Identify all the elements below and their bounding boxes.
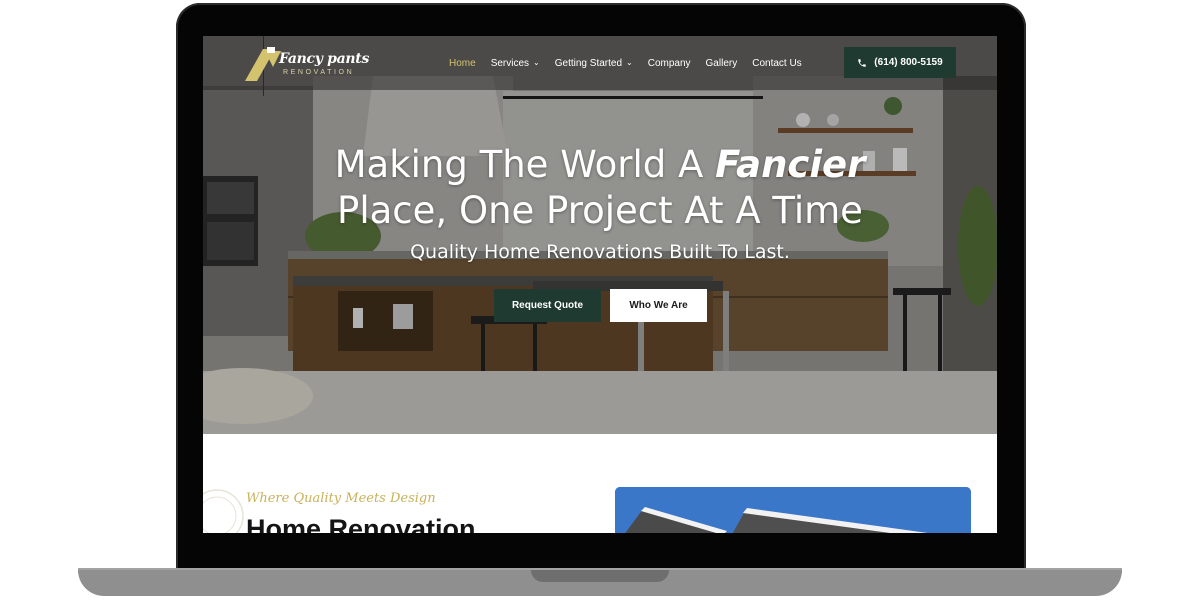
roof-preview-image xyxy=(615,487,971,533)
nav-item-label: Home xyxy=(449,57,476,69)
phone-icon xyxy=(858,58,867,67)
headline-part-2: Place, One Project At A Time xyxy=(337,189,863,232)
nav-item-getting-started[interactable]: Getting Started ⌄ xyxy=(555,58,633,69)
who-we-are-button[interactable]: Who We Are xyxy=(610,289,707,322)
nav-item-services[interactable]: Services ⌄ xyxy=(491,58,540,69)
section-heading: Home Renovation xyxy=(246,514,476,533)
about-section: Where Quality Meets Design Home Renovati… xyxy=(203,434,997,533)
site-logo[interactable]: Fancy pants RENOVATION xyxy=(245,45,370,83)
nav-item-label: Company xyxy=(647,57,691,69)
hero-section: Fancy pants RENOVATION Home Services ⌄ G… xyxy=(203,36,997,434)
nav-item-contact-us[interactable]: Contact Us xyxy=(752,58,801,69)
nav-item-company[interactable]: Company xyxy=(648,58,691,69)
nav-item-gallery[interactable]: Gallery xyxy=(706,58,738,69)
headline-part-1: Making The World A xyxy=(334,143,716,186)
nav-item-label: Getting Started xyxy=(554,57,623,69)
logo-subtitle: RENOVATION xyxy=(283,69,355,76)
phone-number: (614) 800-5159 xyxy=(874,57,943,68)
roof-illustration xyxy=(615,487,971,533)
hero-headline: Making The World A Fancier Place, One Pr… xyxy=(203,142,997,234)
hero-subheadline: Quality Home Renovations Built To Last. xyxy=(410,241,790,263)
nav-item-label: Gallery xyxy=(705,57,738,69)
logo-name: Fancy pants xyxy=(279,51,370,67)
headline-emphasis: Fancier xyxy=(715,143,866,186)
nav-item-label: Contact Us xyxy=(752,57,802,69)
chevron-down-icon: ⌄ xyxy=(626,57,633,67)
top-navigation-bar: Fancy pants RENOVATION Home Services ⌄ G… xyxy=(203,36,997,90)
logo-mark-icon xyxy=(245,47,281,81)
section-tagline: Where Quality Meets Design xyxy=(246,491,436,506)
laptop-notch xyxy=(531,570,669,582)
chevron-down-icon: ⌄ xyxy=(533,57,540,67)
nav-item-label: Services xyxy=(490,57,530,69)
nav-item-home[interactable]: Home xyxy=(449,58,476,69)
laptop-screen: Fancy pants RENOVATION Home Services ⌄ G… xyxy=(203,36,997,533)
main-menu: Home Services ⌄ Getting Started ⌄ Compan… xyxy=(449,36,817,90)
hero-darken-overlay xyxy=(203,36,997,434)
phone-call-button[interactable]: (614) 800-5159 xyxy=(844,47,956,78)
request-quote-button[interactable]: Request Quote xyxy=(494,289,601,322)
